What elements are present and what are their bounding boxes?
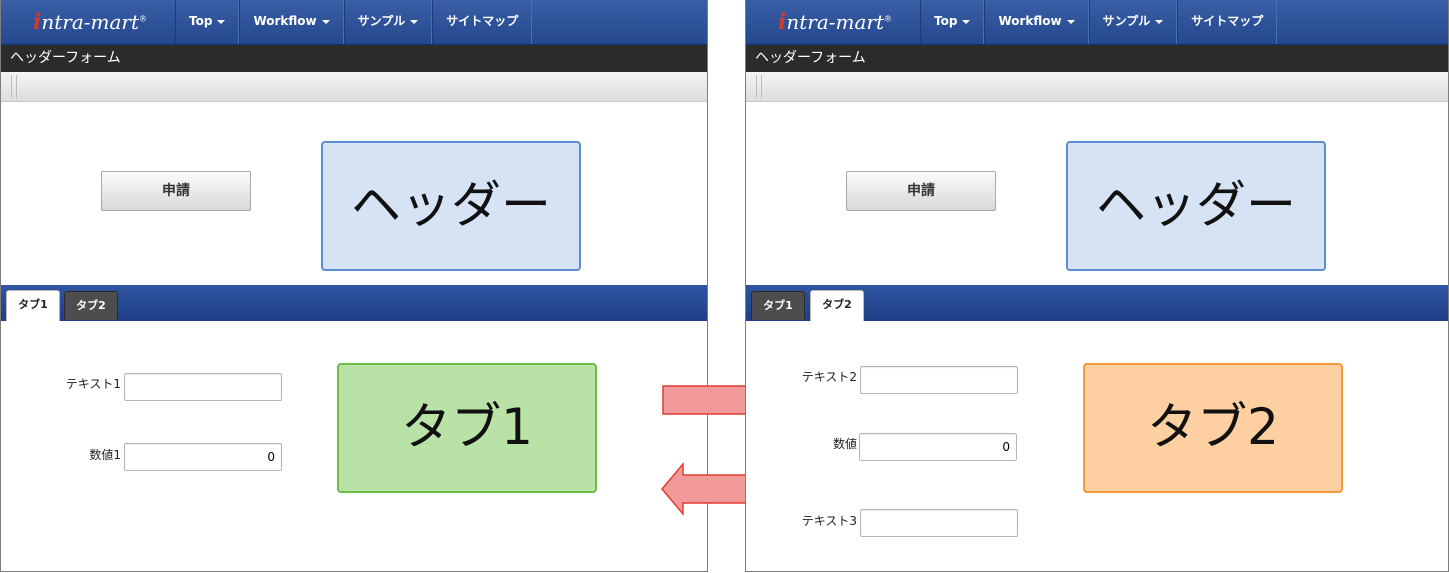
tab-2[interactable]: タブ2 [64, 291, 118, 320]
screen-right: intra-mart® Top Workflow サンプル サイトマップ ヘッダ… [745, 0, 1449, 572]
number-input[interactable] [859, 433, 1017, 461]
nav-item-sample[interactable]: サンプル [343, 0, 433, 44]
nav-item-sample[interactable]: サンプル [1088, 0, 1178, 44]
logo[interactable]: intra-mart® [778, 9, 892, 35]
text1-input[interactable] [124, 373, 282, 401]
tab-bar: タブ1 タブ2 [1, 285, 707, 321]
navbar: intra-mart® Top Workflow サンプル サイトマップ [746, 0, 1448, 45]
caret-down-icon [217, 19, 226, 24]
text2-label: テキスト2 [801, 370, 857, 384]
apply-button[interactable]: 申請 [101, 171, 251, 211]
text3-label: テキスト3 [801, 514, 857, 528]
toolbar [1, 72, 707, 102]
caret-down-icon [1066, 19, 1075, 24]
caret-down-icon [321, 19, 330, 24]
header-box: ヘッダー [1066, 141, 1326, 271]
caret-down-icon [962, 19, 971, 24]
page-title: ヘッダーフォーム [1, 45, 707, 72]
nav-item-sitemap[interactable]: サイトマップ [432, 0, 533, 44]
text2-input[interactable] [860, 366, 1018, 394]
number1-label: 数値1 [89, 448, 121, 462]
nav-item-sitemap[interactable]: サイトマップ [1177, 0, 1278, 44]
apply-button[interactable]: 申請 [846, 171, 996, 211]
toolbar-grip [11, 75, 17, 99]
tab-2[interactable]: タブ2 [810, 290, 864, 321]
tab1-box: タブ1 [337, 363, 597, 493]
page-title: ヘッダーフォーム [746, 45, 1448, 72]
tab2-box: タブ2 [1083, 363, 1343, 493]
logo[interactable]: intra-mart® [33, 9, 147, 35]
tab-1[interactable]: タブ1 [751, 291, 805, 320]
header-box: ヘッダー [321, 141, 581, 271]
toolbar-grip [756, 75, 762, 99]
nav-item-top[interactable]: Top [175, 0, 240, 44]
nav-item-workflow[interactable]: Workflow [984, 0, 1089, 44]
number1-input[interactable] [124, 443, 282, 471]
number-label: 数値 [832, 437, 857, 451]
caret-down-icon [1155, 19, 1164, 24]
tab-bar: タブ1 タブ2 [746, 285, 1448, 321]
navbar: intra-mart® Top Workflow サンプル サイトマップ [1, 0, 707, 45]
caret-down-icon [410, 19, 419, 24]
nav-item-workflow[interactable]: Workflow [239, 0, 344, 44]
toolbar [746, 72, 1448, 102]
nav-item-top[interactable]: Top [920, 0, 985, 44]
screen-left: intra-mart® Top Workflow サンプル サイトマップ ヘッダ… [0, 0, 708, 572]
text3-input[interactable] [860, 509, 1018, 537]
tab-1[interactable]: タブ1 [6, 290, 60, 321]
text1-label: テキスト1 [65, 377, 121, 391]
